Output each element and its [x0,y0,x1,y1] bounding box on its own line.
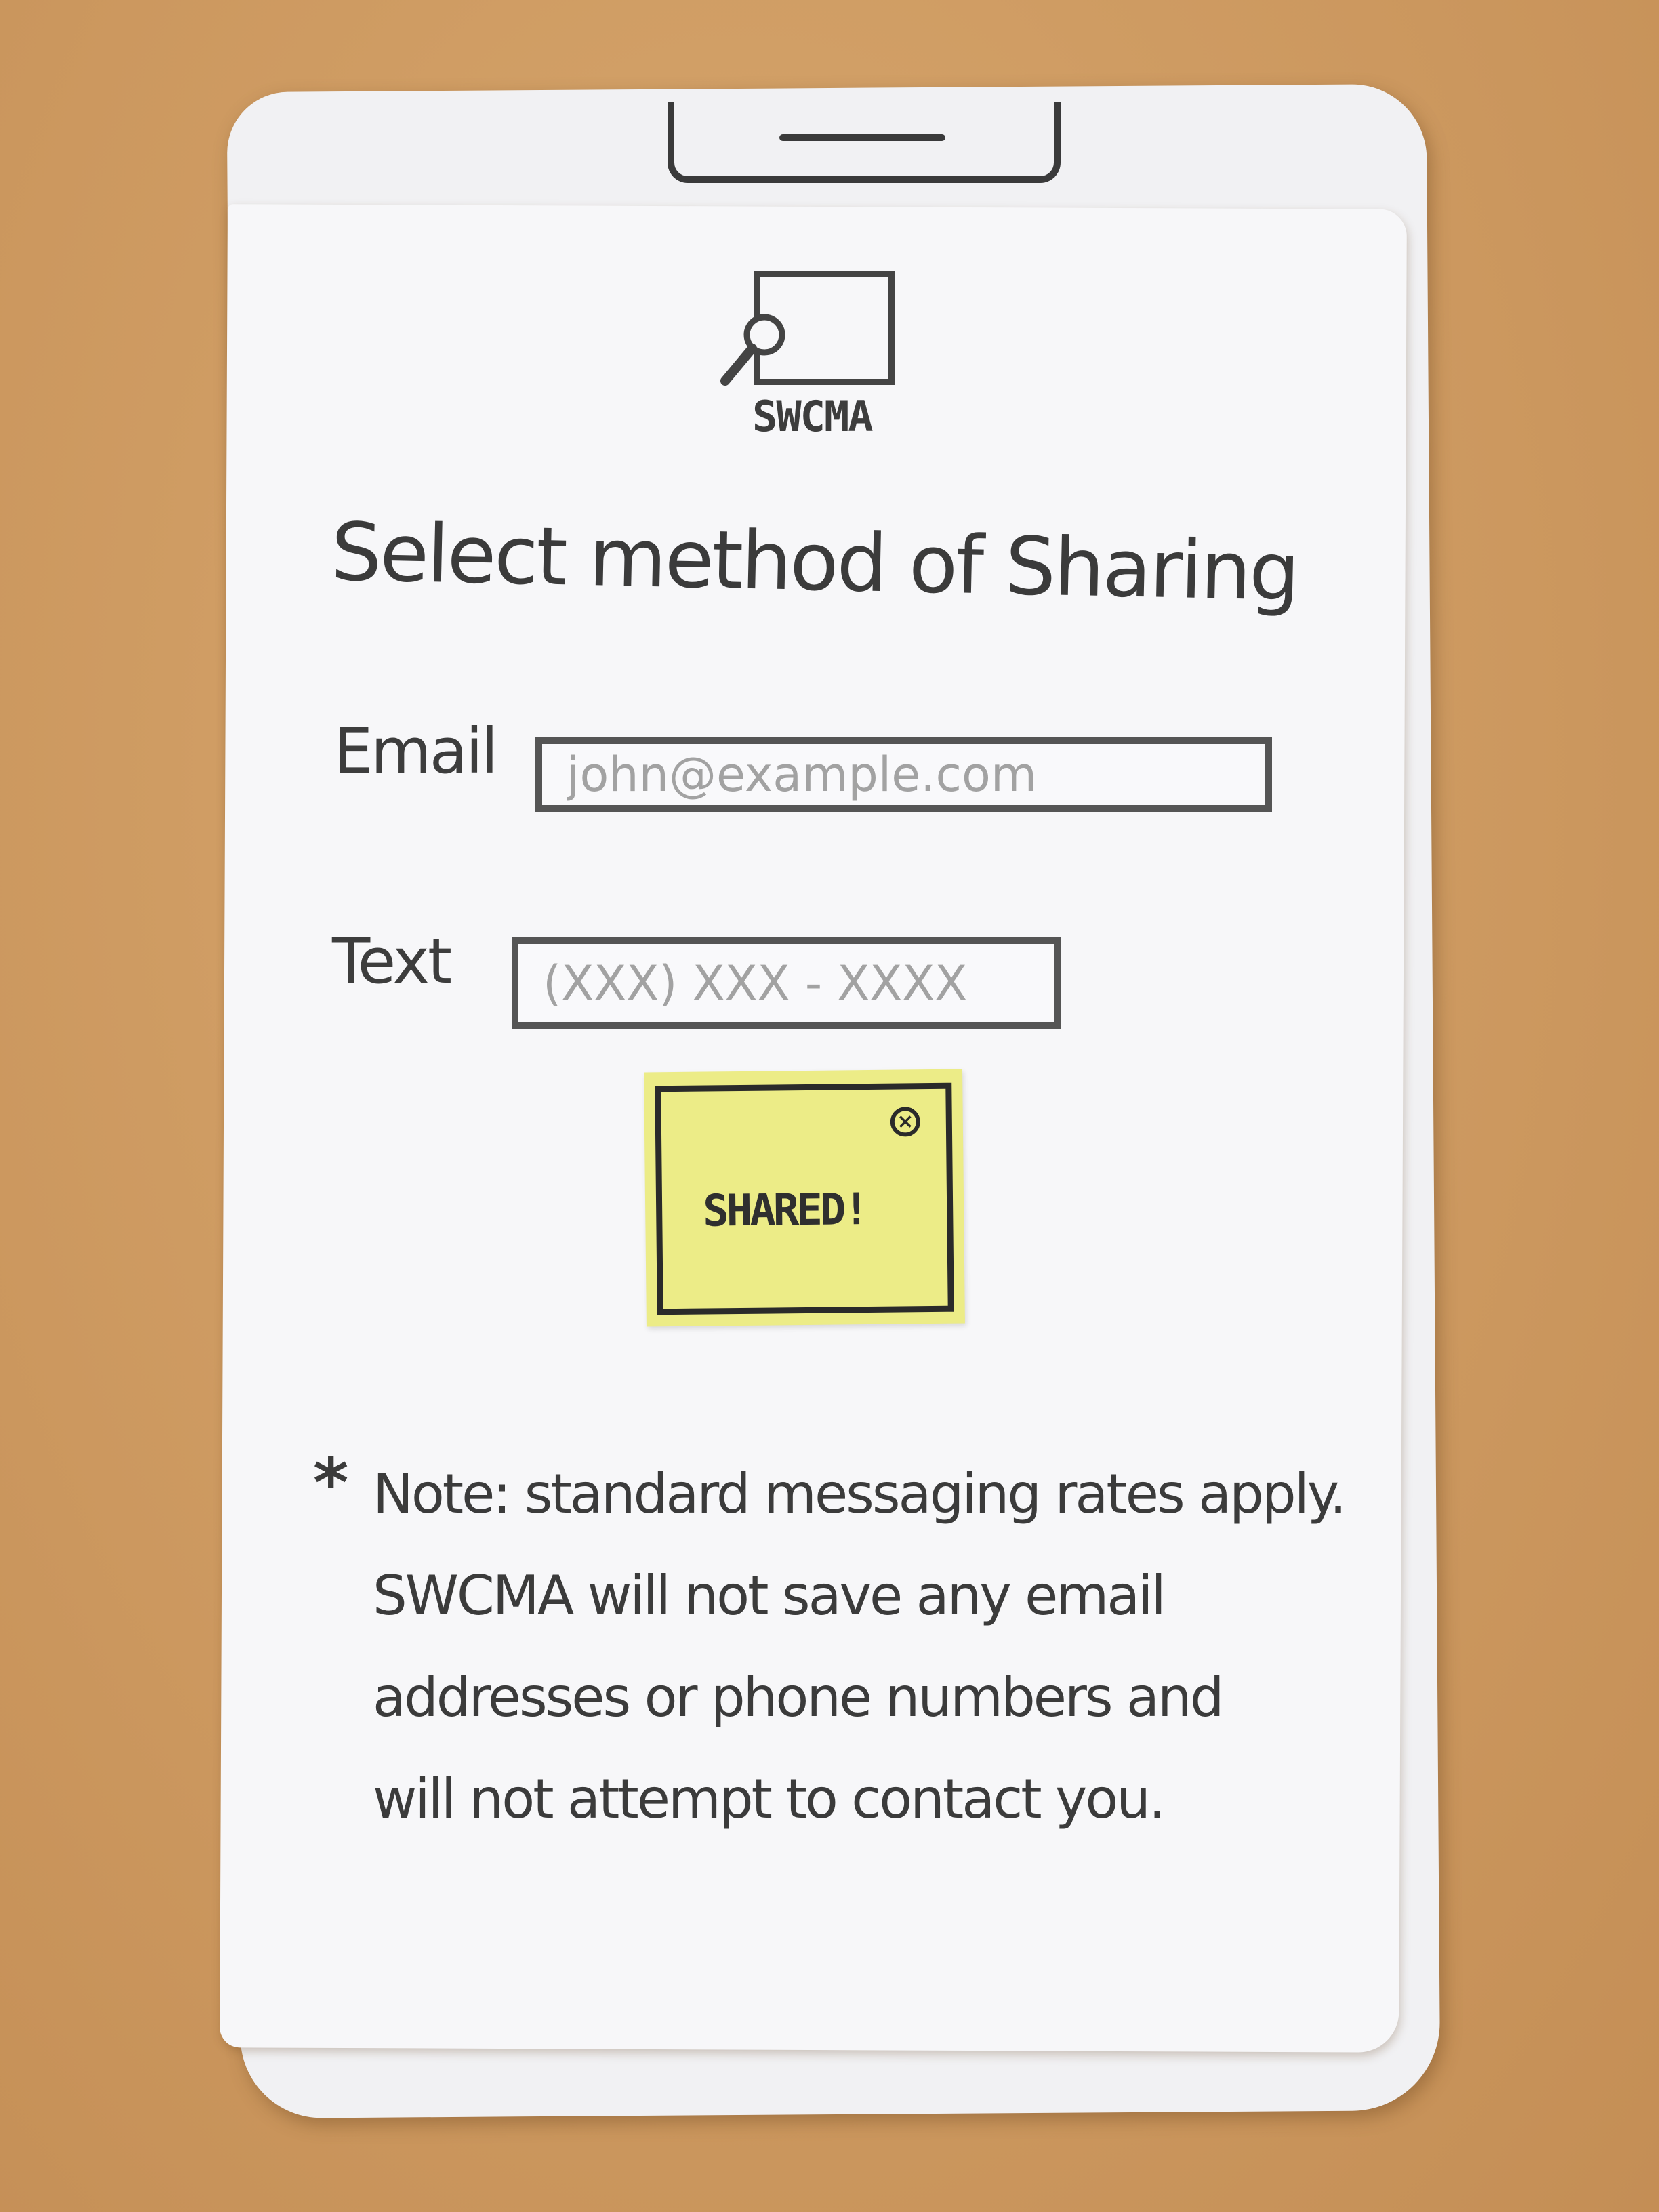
speaker-slot [779,134,945,141]
toast-message: SHARED! [702,1185,867,1237]
phone-notch [668,102,1061,183]
disclaimer-note: Note: standard messaging rates apply. SW… [319,1443,1382,1850]
email-field[interactable] [535,737,1272,812]
toast-border: × SHARED! [655,1082,954,1315]
shared-toast: × SHARED! [644,1069,965,1327]
note-line: will not attempt to contact you. [373,1767,1166,1830]
phone-field[interactable] [512,937,1061,1029]
close-circle-icon[interactable]: × [890,1107,921,1137]
note-line: Note: standard messaging rates apply. [373,1462,1347,1525]
email-input[interactable] [542,746,1265,803]
note-line: addresses or phone numbers and [373,1666,1225,1729]
logo-text: SWCMA [752,392,874,441]
text-label: Text [332,925,452,998]
note-line: SWCMA will not save any email [373,1564,1166,1627]
phone-input[interactable] [518,954,1054,1012]
email-label: Email [333,715,498,787]
